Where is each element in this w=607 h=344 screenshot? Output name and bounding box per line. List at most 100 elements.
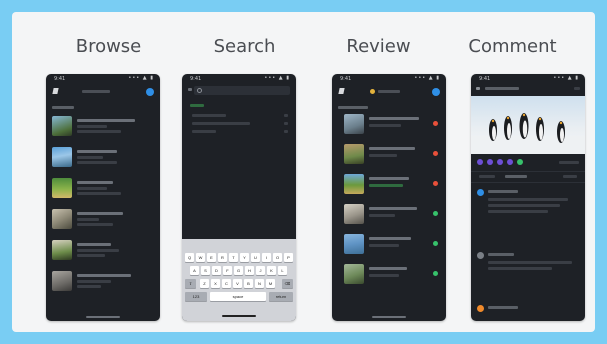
annotation-toolbar [471,158,585,166]
list-item[interactable] [52,238,154,268]
review-item[interactable] [338,202,440,232]
tab-info[interactable] [479,175,495,178]
shift-key[interactable]: ⇧ [185,279,196,288]
key-m[interactable]: M [266,279,275,288]
key-j[interactable]: J [256,266,265,275]
list-item[interactable] [52,145,154,175]
status-dot-red [433,121,438,126]
avatar-icon[interactable] [146,88,154,96]
key-w[interactable]: W [196,253,205,262]
comment-text [488,204,560,207]
list-item[interactable] [52,114,154,144]
tab-versions[interactable] [563,175,577,178]
status-dot-green [433,211,438,216]
marker-icon[interactable] [517,159,523,165]
item-meta [77,187,107,190]
suggestion-heading [190,104,204,107]
media-preview[interactable] [471,96,585,154]
item-title [77,212,123,215]
marker-icon[interactable] [477,159,483,165]
key-a[interactable]: A [190,266,199,275]
key-s[interactable]: S [201,266,210,275]
space-key[interactable]: space [210,292,266,301]
key-d[interactable]: D [212,266,221,275]
review-item[interactable] [338,232,440,262]
item-thumbnail [52,240,72,260]
item-meta [77,218,99,221]
list-item[interactable] [52,207,154,237]
review-item[interactable] [338,112,440,142]
key-u[interactable]: U [251,253,260,262]
more-icon[interactable] [574,87,580,90]
key-b[interactable]: B [244,279,253,288]
app-logo-icon[interactable] [52,88,59,94]
tab-comments[interactable] [505,175,527,178]
comment-text [488,210,548,213]
key-k[interactable]: K [267,266,276,275]
suggestion-arrow-icon[interactable] [284,114,288,117]
status-icons: ••• ▲ ▮ [264,75,290,81]
back-icon[interactable] [188,88,192,91]
key-e[interactable]: E [207,253,216,262]
key-r[interactable]: R [218,253,227,262]
key-v[interactable]: V [233,279,242,288]
item-title [77,150,117,153]
toolbar-label [559,161,579,164]
back-icon[interactable] [476,87,480,90]
item-meta [369,274,399,277]
comment-item[interactable] [471,249,585,285]
top-bar [46,83,160,99]
key-c[interactable]: C [222,279,231,288]
key-o[interactable]: O [273,253,282,262]
search-suggestion[interactable] [192,114,226,117]
list-item[interactable] [52,176,154,206]
key-i[interactable]: I [262,253,271,262]
key-f[interactable]: F [223,266,232,275]
item-thumbnail [344,114,364,134]
marker-icon[interactable] [487,159,493,165]
key-l[interactable]: L [278,266,287,275]
comment-author [488,190,518,193]
item-thumbnail [344,174,364,194]
app-logo-icon[interactable] [338,88,345,94]
item-title [369,147,415,150]
return-key[interactable]: return [269,292,293,301]
item-title [77,181,113,184]
item-thumbnail [52,271,72,291]
avatar-icon [477,189,484,196]
status-time: 9:41 [340,76,352,82]
key-q[interactable]: Q [185,253,194,262]
delete-key[interactable]: ⌫ [282,279,293,288]
marker-icon[interactable] [507,159,513,165]
status-dot-green [433,271,438,276]
workspace-label[interactable] [378,90,400,93]
key-y[interactable]: Y [240,253,249,262]
key-t[interactable]: T [229,253,238,262]
key-g[interactable]: G [234,266,243,275]
review-item[interactable] [338,172,440,202]
key-p[interactable]: P [284,253,293,262]
panel-title-browse: Browse [75,36,142,57]
key-x[interactable]: X [211,279,220,288]
key-n[interactable]: N [255,279,264,288]
suggestion-arrow-icon[interactable] [284,122,288,125]
avatar-icon[interactable] [432,88,440,96]
item-thumbnail [52,147,72,167]
review-item[interactable] [338,142,440,172]
comment-author [488,306,518,309]
comment-item[interactable] [471,186,585,224]
suggestion-arrow-icon[interactable] [284,130,288,133]
search-suggestion[interactable] [192,122,250,125]
key-z[interactable]: Z [200,279,209,288]
search-input[interactable] [194,86,290,95]
marker-icon[interactable] [497,159,503,165]
review-item[interactable] [338,262,440,292]
comment-item[interactable] [471,302,585,320]
status-bar: 9:41 ••• ▲ ▮ [182,74,296,83]
home-indicator [222,315,256,317]
search-suggestion[interactable] [192,130,216,133]
key-h[interactable]: H [245,266,254,275]
list-item[interactable] [52,269,154,299]
workspace-label[interactable] [82,90,110,93]
numbers-key[interactable]: 123 [185,292,207,301]
